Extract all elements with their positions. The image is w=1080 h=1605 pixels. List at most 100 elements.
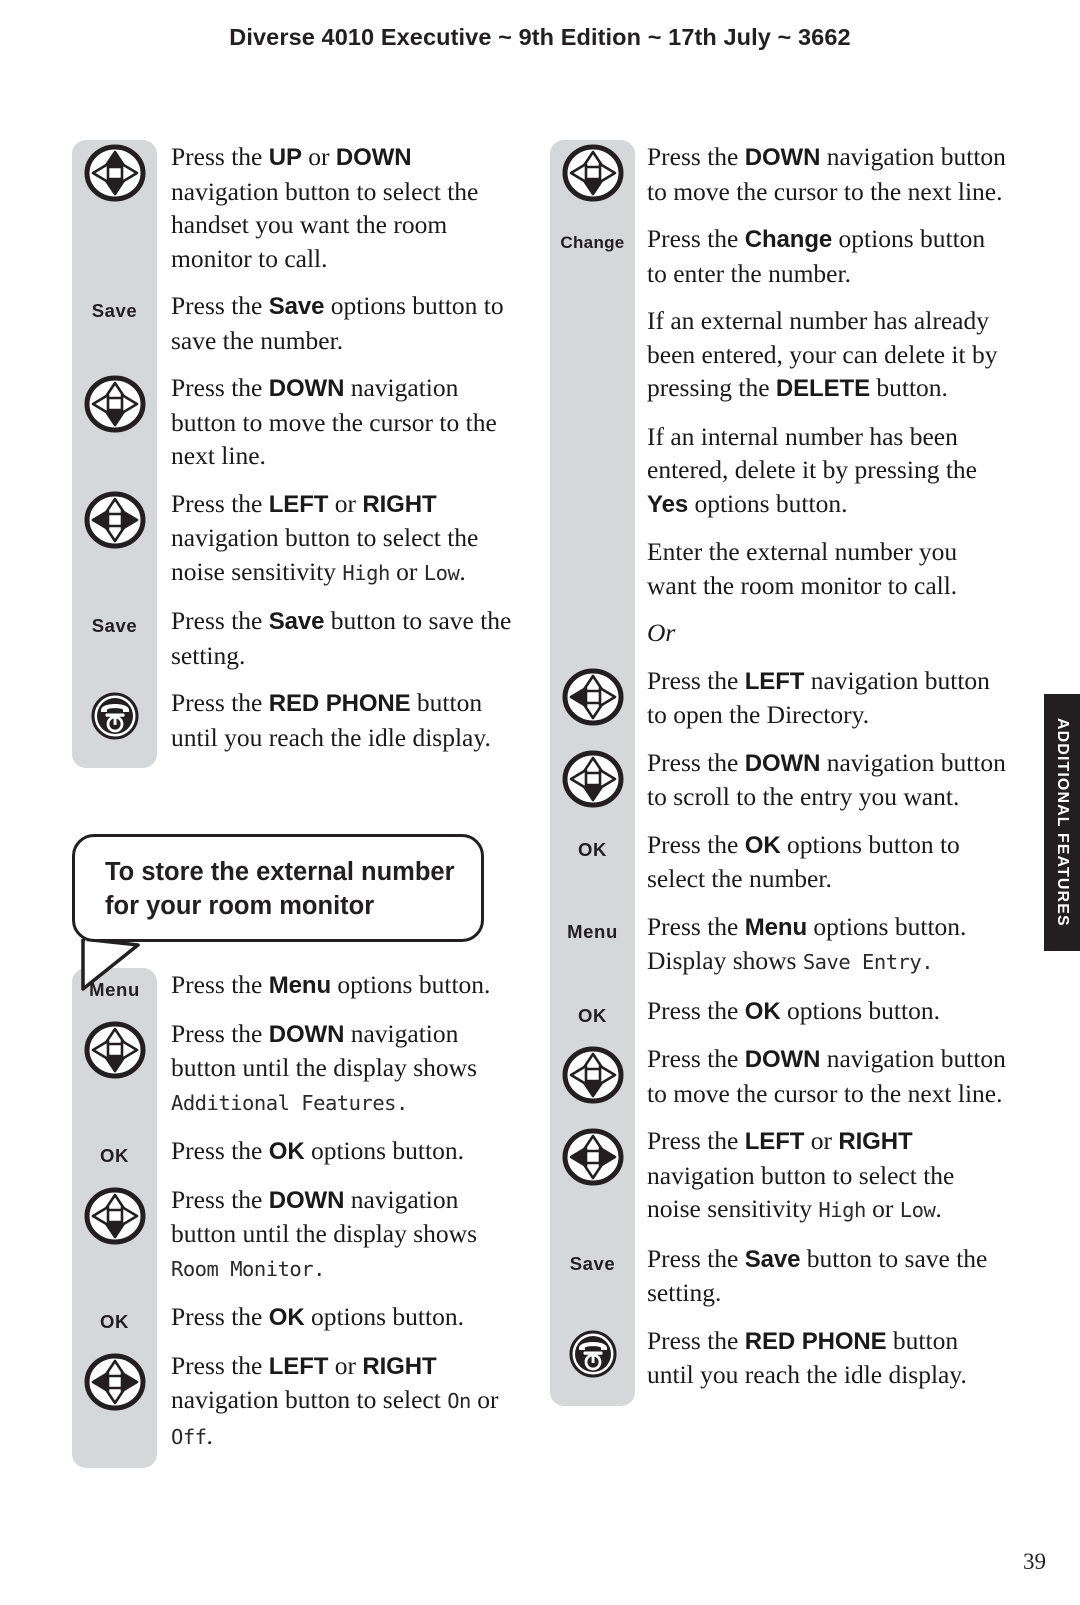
instruction-step: Press the RED PHONE button until you rea… (72, 686, 512, 768)
instruction-step: Menu Press the Menu options button. (72, 968, 512, 1017)
key-label-menu[interactable]: Menu (89, 979, 140, 1001)
step-instruction-text: Enter the external number you want the r… (635, 535, 1008, 602)
emphasis-text: DOWN (268, 375, 345, 402)
step-icon-marker[interactable] (550, 1124, 635, 1186)
page-number: 39 (1023, 1549, 1046, 1574)
step-key-marker[interactable]: Menu (72, 968, 157, 1001)
step-icon-marker[interactable] (72, 371, 157, 433)
emphasis-text: DOWN (268, 1186, 345, 1214)
step-key-marker[interactable]: Save (72, 289, 157, 322)
body-text: navigation button to select (171, 1385, 448, 1414)
nav-down-icon[interactable] (84, 1021, 146, 1079)
step-no-marker (550, 304, 635, 308)
step-instruction-text: Press the Menu options button. Display s… (635, 910, 1008, 980)
key-label-ok[interactable]: OK (100, 1311, 129, 1333)
instruction-step: Press the UP or DOWN navigation button t… (72, 140, 512, 289)
emphasis-text: Or (647, 618, 676, 647)
step-key-marker[interactable]: Menu (550, 910, 635, 943)
body-text: Press the (171, 970, 269, 999)
instruction-step: Enter the external number you want the r… (550, 535, 1008, 616)
right-group-1-steps: Press the DOWN navigation button to move… (550, 140, 1008, 1406)
emphasis-text: Yes (647, 490, 689, 518)
callout-line-1: To store the external number (105, 858, 455, 886)
step-icon-marker[interactable] (72, 140, 157, 202)
nav-down-icon[interactable] (562, 750, 624, 808)
body-text: Press the (647, 747, 745, 777)
step-key-marker[interactable]: Change (550, 222, 635, 253)
body-text: Press the (647, 1044, 745, 1073)
nav-left-icon[interactable] (562, 668, 624, 726)
instruction-step: Press the RED PHONE button until you rea… (550, 1324, 1008, 1406)
step-instruction-text: Press the OK options button to select th… (635, 828, 1008, 896)
step-icon-marker[interactable] (72, 686, 157, 742)
step-instruction-text: Press the UP or DOWN navigation button t… (157, 140, 512, 275)
nav-up-down-icon[interactable] (84, 144, 146, 202)
key-label-ok[interactable]: OK (578, 839, 607, 861)
body-text: Press the (647, 995, 745, 1025)
body-text: or (865, 1194, 900, 1223)
emphasis-text: RIGHT (838, 1128, 913, 1155)
callout-text: To store the external number for your ro… (72, 834, 484, 942)
step-icon-marker[interactable] (550, 746, 635, 808)
page-header: Diverse 4010 Executive ~ 9th Edition ~ 1… (0, 24, 1080, 51)
emphasis-text: DOWN (744, 1046, 821, 1073)
key-label-ok[interactable]: OK (100, 1145, 129, 1167)
nav-down-icon[interactable] (84, 1187, 146, 1245)
emphasis-text: OK (268, 1304, 305, 1331)
key-label-change[interactable]: Change (560, 233, 624, 253)
step-key-marker[interactable]: OK (550, 994, 635, 1027)
emphasis-text: UP (268, 144, 302, 171)
step-icon-marker[interactable] (550, 1042, 635, 1104)
body-text: Press the (171, 1136, 269, 1165)
body-text: Press the (647, 911, 745, 941)
instruction-step: Press the DOWN navigation button to move… (550, 1042, 1008, 1124)
step-icon-marker[interactable] (550, 1324, 635, 1380)
step-icon-marker[interactable] (72, 487, 157, 549)
body-text: Press the (171, 688, 269, 717)
step-icon-marker[interactable] (550, 664, 635, 726)
emphasis-text: LEFT (744, 1128, 805, 1155)
emphasis-text: RED PHONE (268, 690, 411, 717)
red-phone-icon[interactable] (567, 1328, 619, 1380)
step-instruction-text: Press the DOWN navigation button to move… (157, 371, 512, 473)
key-label-ok[interactable]: OK (578, 1005, 607, 1027)
step-icon-marker[interactable] (72, 1183, 157, 1245)
key-label-save[interactable]: Save (92, 300, 138, 322)
left-step-group-2: Menu Press the Menu options button. Press… (72, 968, 512, 1468)
step-icon-marker[interactable] (550, 140, 635, 202)
red-phone-icon[interactable] (89, 690, 141, 742)
body-text: Press the (171, 142, 269, 171)
key-label-menu[interactable]: Menu (567, 921, 618, 943)
step-key-marker[interactable]: OK (550, 828, 635, 861)
left-column: Press the UP or DOWN navigation button t… (72, 140, 512, 1468)
instruction-step: Press the LEFT or RIGHT navigation butto… (550, 1124, 1008, 1242)
body-text: or (804, 1126, 839, 1155)
body-text: Press the (171, 373, 269, 402)
step-key-marker[interactable]: Save (550, 1242, 635, 1275)
callout-balloon: To store the external number for your ro… (72, 834, 484, 991)
nav-left-right-icon[interactable] (562, 1128, 624, 1186)
step-key-marker[interactable]: Save (72, 604, 157, 637)
body-text: . (206, 1420, 213, 1450)
step-key-marker[interactable]: OK (72, 1300, 157, 1333)
callout-line-2: for your room monitor (105, 892, 375, 920)
nav-down-icon[interactable] (84, 375, 146, 433)
key-label-save[interactable]: Save (92, 615, 138, 637)
body-text: Press the (647, 224, 745, 253)
nav-left-right-icon[interactable] (84, 1353, 146, 1411)
emphasis-text: RED PHONE (744, 1327, 887, 1355)
key-label-save[interactable]: Save (570, 1253, 616, 1275)
emphasis-text: OK (744, 997, 781, 1025)
step-key-marker[interactable]: OK (72, 1134, 157, 1167)
step-icon-marker[interactable] (72, 1349, 157, 1411)
step-instruction-text: Press the Change options button to enter… (635, 222, 1008, 290)
body-text: or (328, 1350, 363, 1380)
left-group-1-steps: Press the UP or DOWN navigation button t… (72, 140, 512, 768)
nav-down-icon[interactable] (562, 1046, 624, 1104)
nav-down-icon[interactable] (562, 144, 624, 202)
body-text: or (470, 1385, 499, 1414)
step-icon-marker[interactable] (72, 1017, 157, 1079)
nav-left-right-icon[interactable] (84, 491, 146, 549)
body-text: Press the (171, 488, 269, 518)
instruction-step: If an internal number has been entered, … (550, 420, 1008, 536)
